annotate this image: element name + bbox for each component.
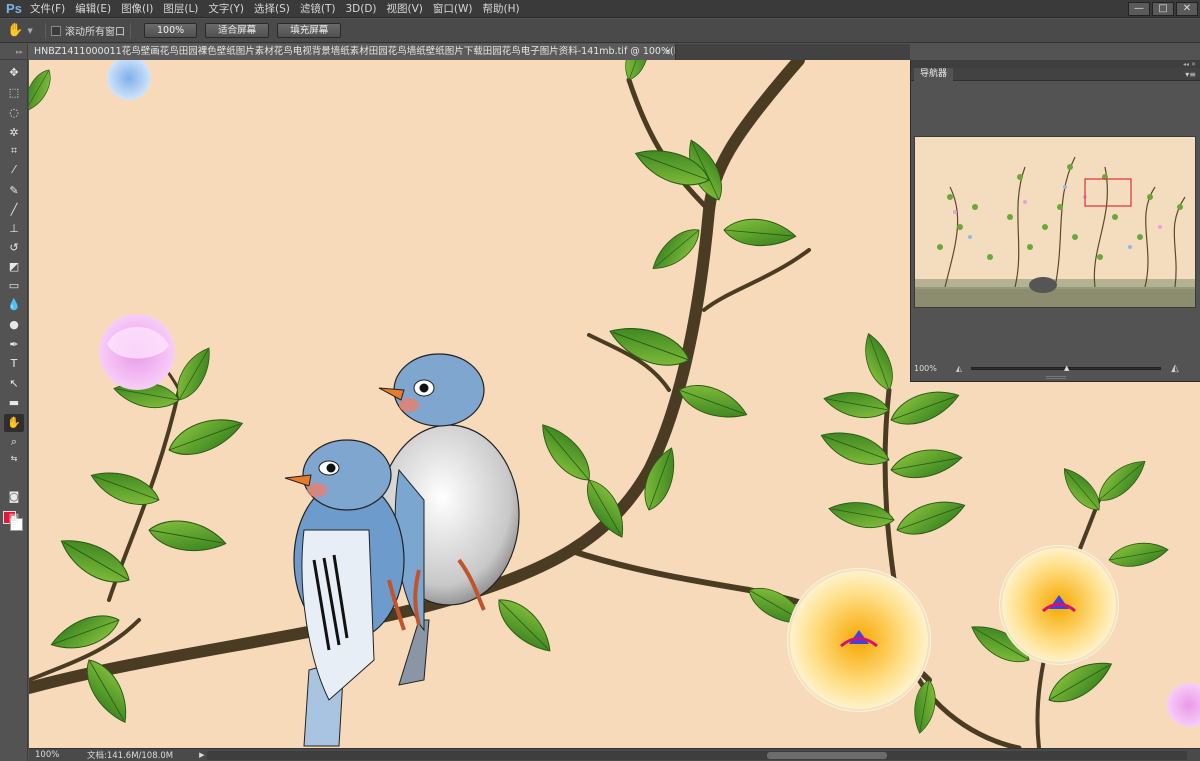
navigator-zoom-slider[interactable]: ▲ bbox=[971, 364, 1161, 372]
zoom-in-icon[interactable]: ◭ bbox=[1165, 363, 1185, 374]
menu-file[interactable]: 文件(F) bbox=[25, 0, 70, 18]
screen-mode-icon[interactable]: ▣ bbox=[4, 509, 24, 527]
history-brush-icon[interactable]: ↺ bbox=[4, 239, 24, 257]
bird-left bbox=[284, 439, 406, 747]
document-tab-bar: HNBZ1411000011花鸟壁画花鸟田园裸色壁纸图片素材花鸟电视背景墙纸素材… bbox=[28, 44, 910, 60]
navigator-view-box bbox=[1084, 178, 1132, 207]
scroll-all-windows-label: 滚动所有窗口 bbox=[65, 27, 125, 38]
panel-menu-icon[interactable]: ▾≡ bbox=[1185, 68, 1196, 81]
tool-preset-picker[interactable]: ✋ ▼ bbox=[0, 23, 40, 38]
navigator-panel: ◂◂ ✕ 导航器 ▾≡ 100% ◭ ▲ ◭ bbox=[910, 60, 1200, 382]
fill-screen-button[interactable]: 填充屏幕 bbox=[277, 23, 342, 38]
document-tab[interactable]: HNBZ1411000011花鸟壁画花鸟田园裸色壁纸图片素材花鸟电视背景墙纸素材… bbox=[28, 44, 676, 60]
crop-icon[interactable]: ⌗ bbox=[4, 142, 24, 160]
photoshop-window: Ps 文件(F) 编辑(E) 图像(I) 图层(L) 文字(Y) 选择(S) 滤… bbox=[0, 0, 1200, 761]
quick-select-icon[interactable]: ✲ bbox=[4, 124, 24, 142]
quick-mask-icon[interactable]: ◙ bbox=[4, 488, 24, 506]
peony-flower-left bbox=[787, 568, 931, 712]
tools-panel: ▸▸ ✥ ⬚ ◌ ✲ ⌗ ⁄ ✎ ╱ ⊥ ↺ ◩ ▭ 💧 ● ✒ T ↖ ▬ ✋… bbox=[0, 44, 28, 761]
rectangle-icon[interactable]: ▬ bbox=[4, 394, 24, 412]
status-menu-arrow-icon[interactable]: ▶ bbox=[199, 751, 204, 759]
navigator-zoom-controls: 100% ◭ ▲ ◭ bbox=[911, 360, 1200, 376]
type-icon[interactable]: T bbox=[4, 355, 24, 373]
document-size-info: 文档:141.6M/108.0M bbox=[87, 751, 174, 761]
actual-pixels-button[interactable]: 100% bbox=[144, 23, 198, 38]
menu-type[interactable]: 文字(Y) bbox=[203, 0, 249, 18]
hand-icon[interactable]: ✋ bbox=[4, 414, 24, 432]
menu-3d[interactable]: 3D(D) bbox=[340, 0, 381, 18]
pink-flower bbox=[99, 314, 175, 390]
minimize-button[interactable]: — bbox=[1128, 1, 1150, 16]
dodge-icon[interactable]: ● bbox=[4, 316, 24, 334]
window-controls: — □ ✕ bbox=[1128, 1, 1200, 16]
zoom-level-field[interactable]: 100% bbox=[29, 750, 63, 761]
menu-filter[interactable]: 滤镜(T) bbox=[295, 0, 341, 18]
healing-brush-icon[interactable]: ✎ bbox=[4, 182, 24, 200]
panel-dock-bar[interactable]: ◂◂ ✕ bbox=[911, 60, 1200, 68]
blur-icon[interactable]: 💧 bbox=[4, 296, 24, 314]
close-icon[interactable]: × bbox=[664, 44, 672, 60]
blue-flower bbox=[107, 60, 151, 100]
panel-controls[interactable]: ◂◂ ✕ bbox=[1183, 61, 1196, 68]
zoom-icon[interactable]: ⌕ bbox=[4, 433, 24, 451]
marquee-icon[interactable]: ⬚ bbox=[4, 84, 24, 102]
slider-thumb[interactable]: ▲ bbox=[1064, 364, 1069, 372]
eyedropper-icon[interactable]: ⁄ bbox=[4, 161, 24, 179]
navigator-thumbnail[interactable] bbox=[914, 136, 1196, 308]
zoom-out-icon[interactable]: ◭ bbox=[951, 364, 967, 373]
navigator-zoom-field[interactable]: 100% bbox=[911, 364, 951, 373]
horizontal-scrollbar[interactable] bbox=[207, 751, 1187, 760]
menu-select[interactable]: 选择(S) bbox=[249, 0, 295, 18]
menu-help[interactable]: 帮助(H) bbox=[478, 0, 525, 18]
move-icon[interactable]: ✥ bbox=[4, 64, 24, 82]
eraser-icon[interactable]: ◩ bbox=[4, 258, 24, 276]
navigator-tab[interactable]: 导航器 bbox=[914, 68, 954, 81]
menu-bar: Ps 文件(F) 编辑(E) 图像(I) 图层(L) 文字(Y) 选择(S) 滤… bbox=[0, 0, 1200, 18]
pink-flower-edge bbox=[1167, 683, 1200, 727]
photoshop-logo: Ps bbox=[6, 1, 22, 16]
clone-stamp-icon[interactable]: ⊥ bbox=[4, 220, 24, 238]
menu-edit[interactable]: 编辑(E) bbox=[70, 0, 116, 18]
navigator-thumbnail-image bbox=[915, 156, 1195, 307]
close-button[interactable]: ✕ bbox=[1176, 1, 1198, 16]
pen-icon[interactable]: ✒ bbox=[4, 336, 24, 354]
fit-screen-button[interactable]: 适合屏幕 bbox=[205, 23, 270, 38]
menu-view[interactable]: 视图(V) bbox=[382, 0, 428, 18]
swap-colors-icon[interactable]: ⇆ bbox=[4, 450, 24, 468]
panel-resize-grip[interactable] bbox=[1046, 376, 1066, 379]
menu-window[interactable]: 窗口(W) bbox=[428, 0, 478, 18]
hand-icon: ✋ bbox=[7, 23, 24, 38]
menu-layer[interactable]: 图层(L) bbox=[158, 0, 203, 18]
chevron-down-icon: ▼ bbox=[27, 26, 33, 35]
scrollbar-thumb[interactable] bbox=[767, 752, 887, 759]
scroll-all-windows-checkbox[interactable] bbox=[51, 25, 61, 36]
panel-collapse-icon[interactable]: ▸▸ bbox=[0, 44, 27, 60]
status-bar: 100% 文档:141.6M/108.0M ▶ bbox=[29, 748, 1200, 761]
maximize-button[interactable]: □ bbox=[1152, 1, 1174, 16]
path-select-icon[interactable]: ↖ bbox=[4, 375, 24, 393]
brush-icon[interactable]: ╱ bbox=[4, 201, 24, 219]
options-divider bbox=[45, 22, 46, 39]
options-bar: ✋ ▼ 滚动所有窗口 100% 适合屏幕 填充屏幕 bbox=[0, 19, 1200, 43]
navigator-header: 导航器 ▾≡ bbox=[911, 68, 1200, 81]
peony-flower-right bbox=[999, 545, 1119, 665]
gradient-icon[interactable]: ▭ bbox=[4, 277, 24, 295]
options-divider bbox=[130, 22, 131, 39]
bird-right bbox=[378, 353, 520, 686]
menu-image[interactable]: 图像(I) bbox=[116, 0, 158, 18]
lasso-icon[interactable]: ◌ bbox=[4, 104, 24, 122]
